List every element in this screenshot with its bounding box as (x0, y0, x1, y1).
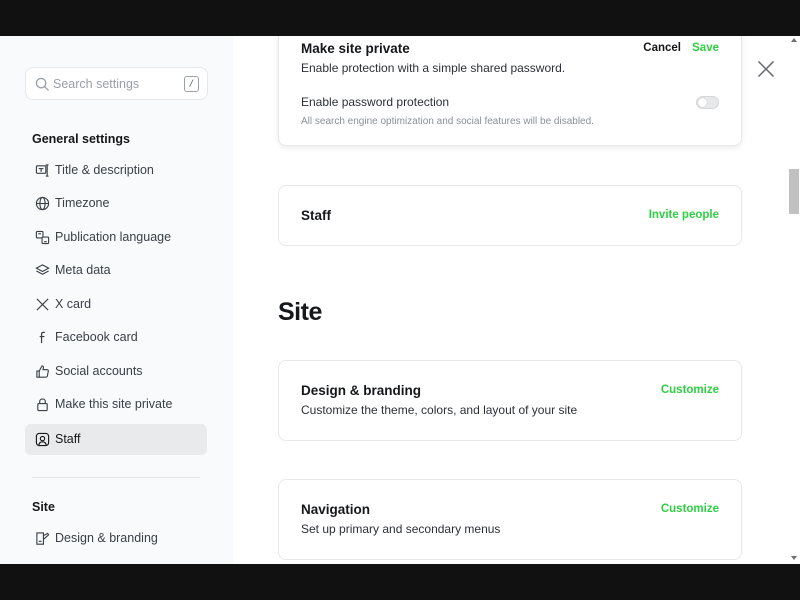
design-branding-title: Design & branding (301, 383, 422, 398)
sidebar-item-label: X card (55, 297, 92, 311)
bottom-letterbox (0, 564, 800, 600)
make-site-private-card: Make site private Enable protection with… (278, 36, 742, 146)
design-customize-button[interactable]: Customize (661, 384, 719, 396)
vertical-scrollbar[interactable] (788, 36, 800, 564)
cancel-button[interactable]: Cancel (643, 42, 681, 54)
globe-icon (35, 196, 50, 211)
scrollbar-thumb[interactable] (789, 169, 799, 214)
sidebar-item-label: Social accounts (55, 364, 143, 378)
search-icon (35, 77, 50, 92)
sidebar-item-label: Title & description (55, 163, 154, 177)
design-branding-card: Design & branding Customize the theme, c… (278, 360, 742, 441)
sidebar-item-label: Design & branding (55, 531, 158, 545)
sidebar-item-label: Timezone (55, 196, 110, 210)
password-protection-hint: All search engine optimization and socia… (301, 116, 594, 127)
sidebar-item-design-branding[interactable]: Design & branding (25, 523, 207, 554)
site-settings-heading: Site (32, 500, 55, 514)
search-shortcut-key: / (184, 76, 199, 92)
sidebar-item-staff[interactable]: Staff (25, 424, 207, 455)
close-icon[interactable] (757, 60, 775, 78)
search-placeholder: Search settings (53, 77, 140, 91)
staff-icon (35, 432, 50, 447)
layers-icon (35, 264, 50, 275)
top-letterbox (0, 0, 800, 36)
invite-people-button[interactable]: Invite people (649, 209, 719, 221)
thumbs-up-icon (36, 365, 49, 378)
navigation-title: Navigation (301, 502, 371, 517)
sidebar-item-label: Staff (55, 432, 81, 446)
scroll-up-arrow-icon[interactable] (791, 38, 797, 42)
sidebar-item-label: Make this site private (55, 397, 173, 411)
title-icon (35, 164, 49, 177)
sidebar-item-publication-language[interactable]: Publication language (25, 222, 207, 253)
sidebar-item-x-card[interactable]: X card (25, 289, 207, 320)
sidebar-item-label: Meta data (55, 263, 111, 277)
password-protection-label: Enable password protection (301, 95, 450, 109)
brush-icon (36, 532, 50, 545)
sidebar-item-title-description[interactable]: Title & description (25, 155, 207, 186)
scroll-down-arrow-icon[interactable] (791, 556, 797, 560)
site-section-heading: Site (278, 298, 322, 326)
x-logo-icon (36, 298, 49, 311)
sidebar-item-facebook-card[interactable]: Facebook card (25, 322, 207, 353)
design-branding-description: Customize the theme, colors, and layout … (301, 403, 578, 417)
toggle-knob (698, 98, 707, 107)
sidebar-divider (32, 477, 200, 478)
sidebar-item-meta-data[interactable]: Meta data (25, 255, 207, 286)
make-site-private-description: Enable protection with a simple shared p… (301, 61, 566, 75)
sidebar-item-make-site-private[interactable]: Make this site private (25, 389, 207, 420)
settings-content: Make site private Enable protection with… (233, 36, 788, 564)
staff-title: Staff (301, 208, 331, 223)
navigation-card: Navigation Set up primary and secondary … (278, 479, 742, 560)
sidebar-item-social-accounts[interactable]: Social accounts (25, 356, 207, 387)
navigation-customize-button[interactable]: Customize (661, 503, 719, 515)
staff-card: Staff Invite people (278, 185, 742, 246)
sidebar-item-label: Publication language (55, 230, 172, 244)
lock-icon (37, 398, 48, 412)
settings-modal: Search settings / General settings Title… (0, 36, 800, 564)
sidebar-item-timezone[interactable]: Timezone (25, 188, 207, 219)
navigation-description: Set up primary and secondary menus (301, 522, 501, 536)
general-settings-heading: General settings (32, 132, 130, 146)
facebook-icon (39, 331, 45, 344)
sidebar-item-label: Facebook card (55, 330, 138, 344)
translate-icon (35, 230, 50, 245)
search-input[interactable]: Search settings / (25, 67, 208, 100)
make-site-private-title: Make site private (301, 41, 410, 56)
password-protection-toggle[interactable] (696, 96, 719, 109)
save-button[interactable]: Save (692, 42, 719, 54)
settings-sidebar: Search settings / General settings Title… (0, 36, 233, 564)
